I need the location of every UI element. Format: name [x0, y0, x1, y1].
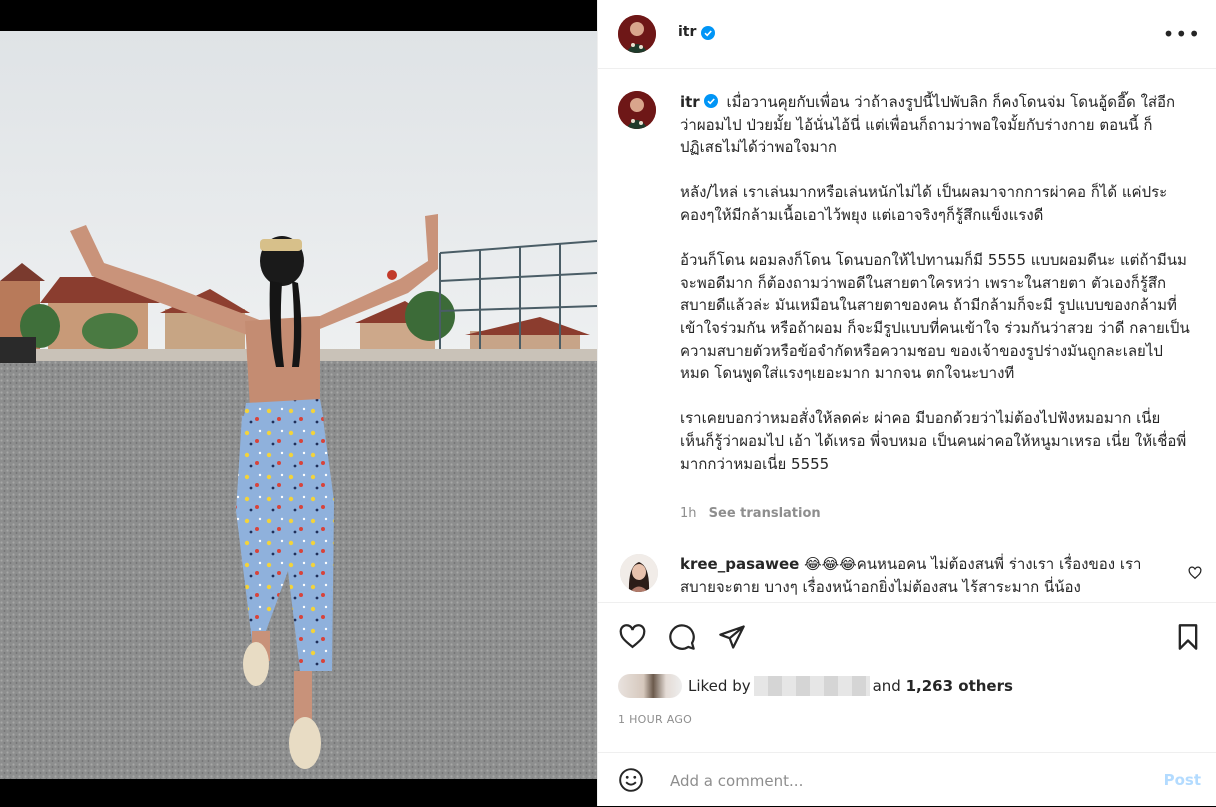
caption-paragraph: อ้วนก็โดน ผอมลงก็โดน โดนบอกให้ไปทานมก็มี…	[680, 251, 1190, 383]
comments-scroll-area[interactable]: itr เมื่อวานคุยกับเพื่อน ว่าถ้าลงรูปนี้ไ…	[598, 69, 1216, 602]
likes-others-link[interactable]: 1,263 others	[906, 677, 1013, 695]
author-avatar[interactable]	[618, 15, 656, 53]
post-caption: itr เมื่อวานคุยกับเพื่อน ว่าถ้าลงรูปนี้ไ…	[680, 91, 1190, 475]
caption-paragraph: เมื่อวานคุยกับเพื่อน ว่าถ้าลงรูปนี้ไปพับ…	[680, 93, 1180, 157]
caption-paragraph: หลัง/ไหล่ เราเล่นมากหรือเล่นหนักไม่ได้ เ…	[680, 183, 1168, 224]
caption-meta: 1h See translation	[680, 506, 821, 521]
post-details-panel: itr ••• itr เมื่อวานคุยกับเพื่อน ว่าถ้าล…	[597, 0, 1216, 806]
verified-badge-icon	[701, 26, 715, 40]
add-comment-input[interactable]	[668, 767, 1132, 795]
caption-time: 1h	[680, 506, 697, 521]
like-heart-icon[interactable]	[618, 623, 647, 651]
comment-username[interactable]: kree_pasawee	[680, 555, 799, 573]
commenter-avatar[interactable]	[620, 554, 658, 592]
share-paper-plane-icon[interactable]	[718, 623, 746, 651]
verified-badge-icon	[703, 94, 718, 108]
liked-by-label: Liked by	[688, 677, 751, 695]
likes-summary: Liked by and 1,263 others	[618, 673, 1013, 699]
post-photo[interactable]	[0, 31, 597, 779]
comment-like-heart-icon[interactable]	[1188, 566, 1202, 580]
likes-and-label: and	[872, 677, 901, 695]
emoji-icon[interactable]	[618, 767, 644, 793]
caption-username[interactable]: itr	[680, 93, 700, 111]
comment-item: kree_pasawee 😂😂😂คนหนอคน ไม่ต้องสนพี่ ร่า…	[680, 553, 1160, 598]
comment-bubble-icon[interactable]	[668, 623, 696, 651]
post-timestamp[interactable]: 1 HOUR AGO	[618, 713, 692, 726]
liker-name-redacted[interactable]	[753, 676, 870, 696]
save-bookmark-icon[interactable]	[1176, 623, 1200, 651]
see-translation-link[interactable]: See translation	[709, 506, 821, 521]
post-header: itr •••	[598, 0, 1216, 69]
caption-paragraph: เราเคยบอกว่าหมอสั่งให้ลดค่ะ ผ่าคอ มีบอกด…	[680, 409, 1187, 473]
more-options-icon[interactable]: •••	[1163, 22, 1201, 46]
post-media-panel	[0, 0, 597, 806]
post-comment-button[interactable]: Post	[1164, 771, 1201, 789]
author-username[interactable]: itr	[678, 24, 696, 40]
post-actions-section: Liked by and 1,263 others 1 HOUR AGO	[598, 602, 1216, 753]
liker-avatars[interactable]	[618, 674, 682, 698]
add-comment-bar: Post	[598, 752, 1216, 807]
caption-author-avatar[interactable]	[618, 91, 656, 129]
